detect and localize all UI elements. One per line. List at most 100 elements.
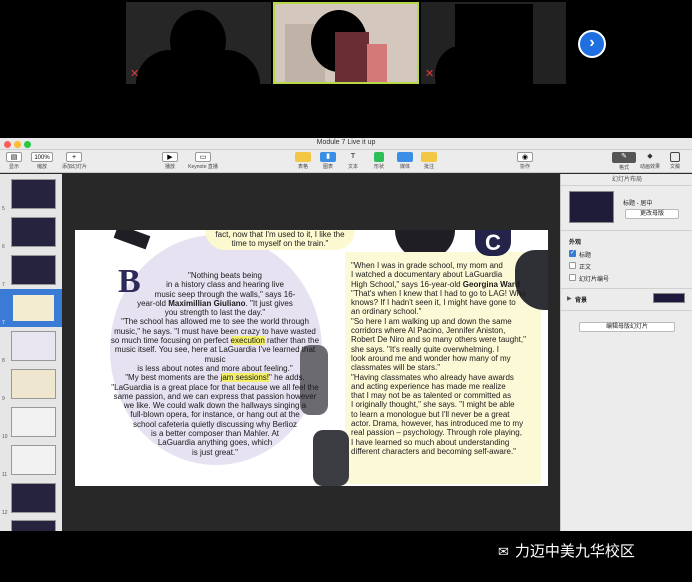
- shape-button[interactable]: 形状: [370, 152, 388, 170]
- background-label: 背景: [575, 298, 588, 304]
- comment-button[interactable]: 批注: [420, 152, 438, 170]
- article-line: corridors where Al Pacino, Jennifer Anis…: [351, 326, 506, 336]
- inspector-header: 幻灯片布局: [561, 174, 692, 186]
- section-c-text: "When I was in grade school, my mom and I…: [351, 261, 541, 456]
- next-page-button[interactable]: ›: [578, 30, 606, 58]
- format-icon: ✎: [621, 153, 627, 160]
- toolbar: ▤ 显示 100% 缩放 + 添加幻灯片 ▶ 播放 ▭ Keynote 直播 表…: [0, 150, 692, 173]
- plus-icon: +: [66, 152, 82, 162]
- edit-master-slide-button[interactable]: 编辑母版幻灯片: [579, 322, 675, 332]
- zoom-value: 100%: [31, 152, 53, 162]
- article-line: full-blown opera, for instance, or hang …: [130, 410, 300, 420]
- table-button[interactable]: 表格: [294, 152, 312, 170]
- article-line: is just great.": [192, 447, 238, 457]
- appearance-label: 外观: [569, 240, 582, 246]
- slide[interactable]: fact, now that I'm used to it, I like th…: [75, 230, 548, 486]
- divider: [561, 288, 692, 289]
- article-line: "When I was in grade school, my mom and: [351, 261, 503, 270]
- article-line: LaGuardia anything goes, which: [157, 438, 273, 448]
- live-icon: ▭: [195, 152, 211, 162]
- slide-thumbnail[interactable]: [11, 331, 56, 361]
- article-line: is a better composer than Mahler. At: [150, 429, 280, 439]
- window-title: Module 7 Live it up: [316, 139, 376, 146]
- background-swatch[interactable]: [653, 293, 685, 303]
- article-line: Robert De Niro and so many others were t…: [351, 335, 526, 345]
- slide-thumbnail[interactable]: [11, 179, 56, 209]
- slide-thumbnail[interactable]: [11, 217, 56, 247]
- slide-thumbnail[interactable]: [11, 369, 56, 399]
- participant-tile-2[interactable]: [273, 2, 419, 84]
- video-pixel-block: [367, 44, 387, 82]
- format-inspector: 幻灯片布局 标题 - 居中 更改母版 外观 ✓ 标题 正文 幻灯片编号 ▶ 背景…: [560, 174, 692, 531]
- slide-thumbnail[interactable]: [11, 255, 56, 285]
- keynote-live-button[interactable]: ▭ Keynote 直播: [186, 152, 220, 170]
- zoom-button[interactable]: 100% 缩放: [30, 152, 54, 170]
- article-line: real passion – psychology. Through role …: [351, 428, 522, 438]
- top-text-block: fact, now that I'm used to it, I like th…: [205, 230, 355, 250]
- article-line: "That's when I knew that I had to go to …: [351, 288, 526, 298]
- media-icon: [397, 152, 413, 162]
- body-checkbox[interactable]: [569, 262, 576, 269]
- section-letter-c: C: [475, 230, 511, 256]
- slide-navigator: 5 6 7 7 8 9 10 11 12: [0, 174, 62, 531]
- chart-button[interactable]: ▮ 图表: [319, 152, 337, 170]
- layout-name: 标题 - 居中: [623, 201, 653, 207]
- chart-icon: ▮: [320, 152, 336, 162]
- slide-thumbnail[interactable]: [11, 520, 56, 531]
- slide-thumbnail[interactable]: [11, 483, 56, 513]
- participant-tile-3[interactable]: ✕: [421, 2, 566, 84]
- disclosure-triangle-icon[interactable]: ▶: [567, 295, 572, 302]
- slide-thumbnail[interactable]: [11, 407, 56, 437]
- article-line: school cafeteria quietly discussing why …: [132, 419, 298, 429]
- document-icon: [670, 152, 680, 162]
- avatar-silhouette-body: [136, 50, 260, 84]
- article-line: music seep through the walls," says 16-: [154, 289, 296, 299]
- article-line: High School," says 16-year-old Georgina …: [351, 279, 523, 289]
- title-bar: Module 7 Live it up: [0, 138, 692, 150]
- wechat-icon: ✉: [498, 544, 509, 559]
- article-line: that I may not be as talented or committ…: [351, 391, 512, 401]
- article-line: so much time focusing on perfect executi…: [110, 336, 320, 346]
- article-line: actor. Drama, however, has introduced me…: [351, 419, 524, 429]
- article-line: "LaGuardia is a great place for that bec…: [111, 382, 319, 392]
- collaborate-icon: ◉: [517, 152, 533, 162]
- article-line: an ordinary school.": [351, 307, 422, 317]
- shape-icon: [374, 152, 384, 162]
- article-line: is less about notes and more about feeli…: [137, 363, 293, 373]
- article-line: I originally thought," she says. "I migh…: [351, 400, 515, 410]
- document-button[interactable]: 文稿: [664, 152, 686, 170]
- participant-tile-1[interactable]: ✕: [126, 2, 271, 84]
- divider: [561, 310, 692, 311]
- collaborate-button[interactable]: ◉ 协作: [514, 152, 536, 170]
- article-line: in a history class and hearing live: [166, 280, 284, 290]
- divider: [561, 230, 692, 231]
- article-line: she says. "It's really quite overwhelmin…: [351, 344, 499, 354]
- change-master-button[interactable]: 更改母版: [625, 209, 679, 219]
- article-line: same passion, and we can express that pa…: [113, 391, 317, 401]
- table-icon: [295, 152, 311, 162]
- format-button[interactable]: ✎ 格式: [612, 152, 636, 171]
- wechat-watermark: ✉ 力迈中美九华校区: [498, 543, 635, 560]
- slide-thumbnail-selected[interactable]: [11, 293, 56, 323]
- video-pixel-block: [335, 32, 369, 82]
- media-button[interactable]: 媒体: [394, 152, 416, 170]
- play-icon: ▶: [162, 152, 178, 162]
- slide-thumbnail[interactable]: [11, 445, 56, 475]
- title-checkbox[interactable]: ✓: [569, 250, 576, 257]
- article-line: I have learned so much about understandi…: [351, 437, 510, 447]
- layout-preview[interactable]: [569, 191, 614, 223]
- play-button[interactable]: ▶ 播放: [160, 152, 180, 170]
- article-line: look around me and wonder how many of my: [351, 353, 511, 363]
- section-b-text: "Nothing beats being in a history class a…: [105, 271, 325, 457]
- article-line: music itself. You see, here at LaGuardia…: [114, 345, 316, 364]
- animate-button[interactable]: ◆ 动画效果: [638, 152, 662, 170]
- article-line: I watched a documentary about LaGuardia: [351, 270, 503, 280]
- decorative-photo: [113, 230, 151, 250]
- animate-icon: ◆: [647, 153, 653, 160]
- add-slide-button[interactable]: + 添加幻灯片: [62, 152, 87, 170]
- article-line: and acting experience has made me realiz…: [351, 381, 506, 391]
- text-button[interactable]: T 文本: [344, 152, 362, 170]
- view-button[interactable]: ▤ 显示: [4, 152, 24, 170]
- slide-number-checkbox[interactable]: [569, 274, 576, 281]
- article-line: "Nothing beats being: [187, 271, 262, 280]
